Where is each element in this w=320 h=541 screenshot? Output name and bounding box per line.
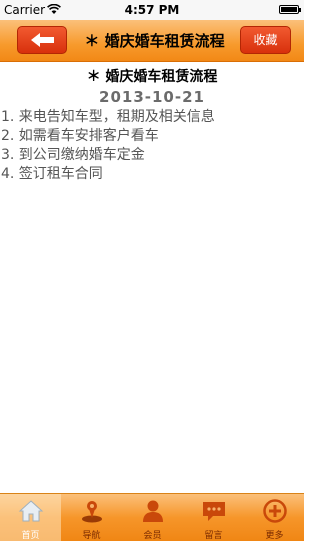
status-time: 4:57 PM [124, 3, 180, 17]
tab-label: 留言 [204, 531, 223, 541]
tab-bar: 首页 导航 会员 留言 更多 [0, 493, 304, 541]
back-arrow-icon [31, 33, 54, 47]
message-icon [203, 502, 225, 521]
more-icon [263, 499, 287, 523]
battery-icon [279, 5, 301, 14]
member-icon [143, 500, 163, 522]
list-item: 1. 来电告知车型，租期及相关信息 [1, 109, 215, 125]
article-title: ＊ 婚庆婚车租赁流程 [86, 69, 218, 85]
list-item: 3. 到公司缴纳婚车定金 [1, 147, 145, 163]
article: ＊ 婚庆婚车租赁流程 2013-10-21 1. 来电告知车型，租期及相关信息 … [0, 62, 304, 184]
favorite-button[interactable]: 收藏 [240, 26, 291, 54]
tab-message[interactable]: 留言 [183, 494, 244, 541]
article-date: 2013-10-21 [99, 88, 205, 106]
steps-list: 1. 来电告知车型，租期及相关信息 2. 如需看车安排客户看车 3. 到公司缴纳… [0, 108, 304, 184]
list-item: 4. 签订租车合同 [1, 166, 103, 182]
tab-label: 更多 [265, 531, 284, 541]
tab-member[interactable]: 会员 [122, 494, 183, 541]
status-bar: Carrier 4:57 PM [0, 0, 304, 20]
back-button[interactable] [17, 26, 67, 54]
tab-more[interactable]: 更多 [244, 494, 305, 541]
page-title: ＊ 婚庆婚车租赁流程 [84, 32, 225, 50]
tab-navigation[interactable]: 导航 [61, 494, 122, 541]
map-pin-icon [82, 501, 102, 523]
nav-bar: ＊ 婚庆婚车租赁流程 收藏 [0, 20, 304, 62]
list-item: 2. 如需看车安排客户看车 [1, 128, 159, 144]
tab-label: 首页 [21, 531, 40, 541]
tab-home[interactable]: 首页 [0, 494, 61, 541]
tab-label: 导航 [82, 531, 101, 541]
home-icon [18, 500, 44, 522]
tab-label: 会员 [143, 531, 162, 541]
